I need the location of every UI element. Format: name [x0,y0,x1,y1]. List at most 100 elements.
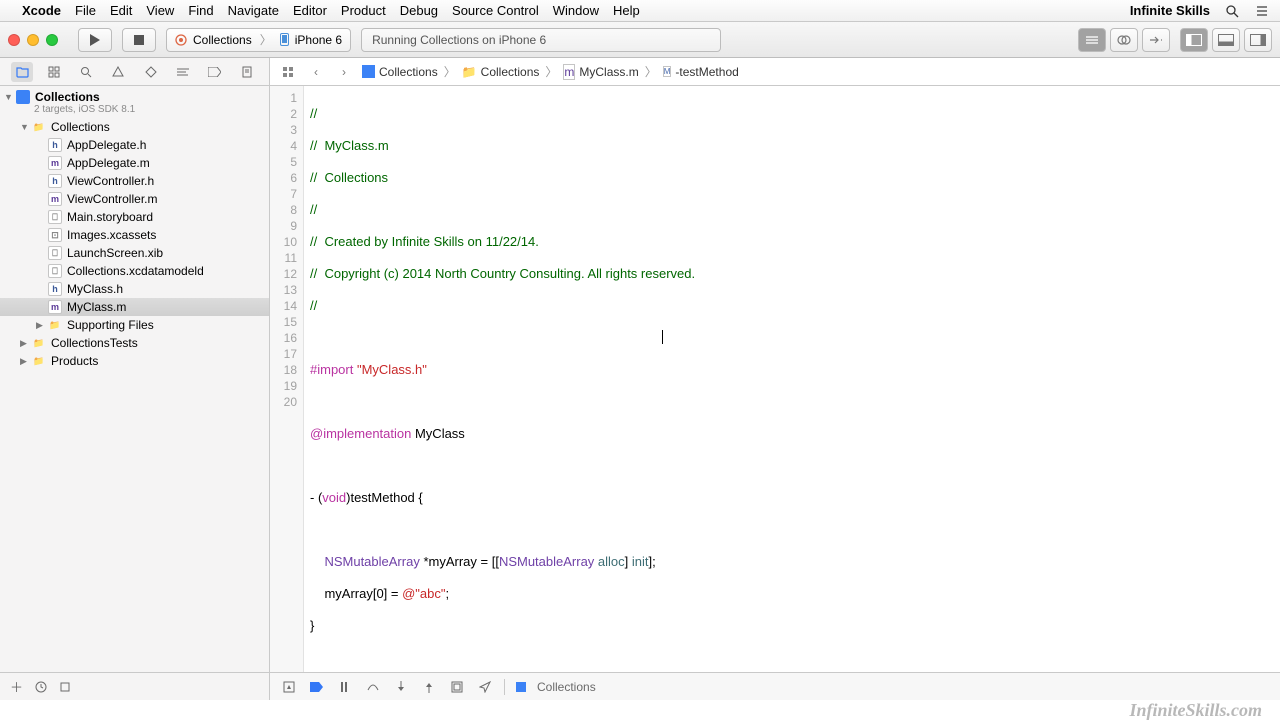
toggle-debug-area-button[interactable] [1212,28,1240,52]
crumb-file[interactable]: MyClass.m [579,65,638,79]
sb-file-icon: ⎕ [48,246,62,260]
disclosure-triangle-icon[interactable]: ▶ [36,320,46,331]
group-collections[interactable]: ▼ 📁 Collections [0,118,269,136]
file-row[interactable]: mViewController.m [0,190,269,208]
code-area[interactable]: // // MyClass.m // Collections // // Cre… [304,86,1280,672]
breakpoint-navigator-tab[interactable] [204,62,226,82]
menu-file[interactable]: File [75,3,96,18]
menu-view[interactable]: View [146,3,174,18]
group-tests[interactable]: ▶ 📁 CollectionsTests [0,334,269,352]
crumb-project[interactable]: Collections [379,65,438,79]
group-supporting-files[interactable]: ▶ 📁 Supporting Files [0,316,269,334]
assistant-editor-button[interactable] [1110,28,1138,52]
test-navigator-tab[interactable] [140,62,162,82]
disclosure-triangle-icon[interactable]: ▶ [20,338,30,349]
step-over-button[interactable] [364,679,382,695]
file-row[interactable]: mAppDelegate.m [0,154,269,172]
project-tree[interactable]: ▼ Collections 2 targets, iOS SDK 8.1 ▼ 📁… [0,86,269,672]
location-button[interactable] [476,679,494,695]
stop-button[interactable] [122,28,156,52]
folder-icon: 📁 [462,65,477,79]
run-button[interactable] [78,28,112,52]
project-navigator-tab[interactable] [11,62,33,82]
menu-editor[interactable]: Editor [293,3,327,18]
filter-recent-icon[interactable] [35,681,47,693]
spotlight-icon[interactable] [1224,4,1240,18]
process-icon [515,681,527,693]
line-number-gutter: 1234567891011121314151617181920 [270,86,304,672]
symbol-navigator-tab[interactable] [43,62,65,82]
menu-debug[interactable]: Debug [400,3,438,18]
close-window-button[interactable] [8,34,20,46]
h-file-icon: h [48,282,62,296]
crumb-method[interactable]: -testMethod [675,65,738,79]
file-name-label: MyClass.m [67,300,126,314]
report-navigator-tab[interactable] [236,62,258,82]
file-name-label: LaunchScreen.xib [67,246,163,260]
scheme-device-label: iPhone 6 [295,33,342,47]
version-editor-button[interactable] [1142,28,1170,52]
navigator-tabs [0,58,269,86]
menu-window[interactable]: Window [553,3,599,18]
file-row[interactable]: hViewController.h [0,172,269,190]
view-debugger-button[interactable] [448,679,466,695]
m-file-icon: m [48,300,62,314]
standard-editor-button[interactable] [1078,28,1106,52]
crumb-group[interactable]: Collections [481,65,540,79]
file-name-label: Main.storyboard [67,210,153,224]
text-cursor [662,330,663,344]
minimize-window-button[interactable] [27,34,39,46]
step-out-button[interactable] [420,679,438,695]
jump-bar[interactable]: ‹ › Collections 〉 📁 Collections 〉 m MyCl… [270,58,1280,86]
file-row[interactable]: m MyClass.m [0,298,269,316]
folder-icon: 📁 [32,336,46,350]
group-label: Products [51,354,98,368]
menu-help[interactable]: Help [613,3,640,18]
file-name-label: ViewController.h [67,174,154,188]
menu-product[interactable]: Product [341,3,386,18]
related-items-button[interactable] [278,63,298,81]
back-button[interactable]: ‹ [306,63,326,81]
file-row[interactable]: ⎕ LaunchScreen.xib [0,244,269,262]
group-products[interactable]: ▶ 📁 Products [0,352,269,370]
h-file-icon: h [48,138,62,152]
menu-edit[interactable]: Edit [110,3,132,18]
process-label[interactable]: Collections [537,680,596,694]
method-icon: M [663,66,672,77]
breakpoints-toggle[interactable] [308,679,326,695]
group-label: CollectionsTests [51,336,138,350]
continue-button[interactable] [336,679,354,695]
file-row[interactable]: hMyClass.h [0,280,269,298]
scheme-selector[interactable]: Collections 〉 iPhone 6 [166,28,351,52]
menu-find[interactable]: Find [188,3,213,18]
file-row[interactable]: ⎕Main.storyboard [0,208,269,226]
filter-scm-icon[interactable] [59,681,71,693]
disclosure-triangle-icon[interactable]: ▼ [4,92,14,102]
editor-panel: ‹ › Collections 〉 📁 Collections 〉 m MyCl… [270,58,1280,700]
disclosure-triangle-icon[interactable]: ▼ [20,122,30,132]
find-navigator-tab[interactable] [75,62,97,82]
toggle-utilities-button[interactable] [1244,28,1272,52]
app-menu[interactable]: Xcode [22,3,61,18]
menu-navigate[interactable]: Navigate [228,3,279,18]
file-row[interactable]: hAppDelegate.h [0,136,269,154]
disclosure-triangle-icon[interactable]: ▶ [20,356,30,367]
step-into-button[interactable] [392,679,410,695]
menu-source-control[interactable]: Source Control [452,3,539,18]
m-file-icon: m [563,64,575,80]
source-editor[interactable]: 1234567891011121314151617181920 // // My… [270,86,1280,672]
forward-button[interactable]: › [334,63,354,81]
file-row[interactable]: ⎕Collections.xcdatamodeld [0,262,269,280]
chevron-right-icon: 〉 [260,31,272,48]
menubar-extra-label[interactable]: Infinite Skills [1130,3,1210,18]
debug-navigator-tab[interactable] [172,62,194,82]
issue-navigator-tab[interactable] [107,62,129,82]
editor-mode-group [1078,28,1170,52]
file-row[interactable]: ⊡Images.xcassets [0,226,269,244]
zoom-window-button[interactable] [46,34,58,46]
menubar-list-icon[interactable] [1254,4,1270,18]
watermark: InfiniteSkills.com [1129,700,1262,720]
toggle-navigator-button[interactable] [1180,28,1208,52]
add-button[interactable]: ＋ [10,677,23,696]
toggle-debug-button[interactable] [280,679,298,695]
